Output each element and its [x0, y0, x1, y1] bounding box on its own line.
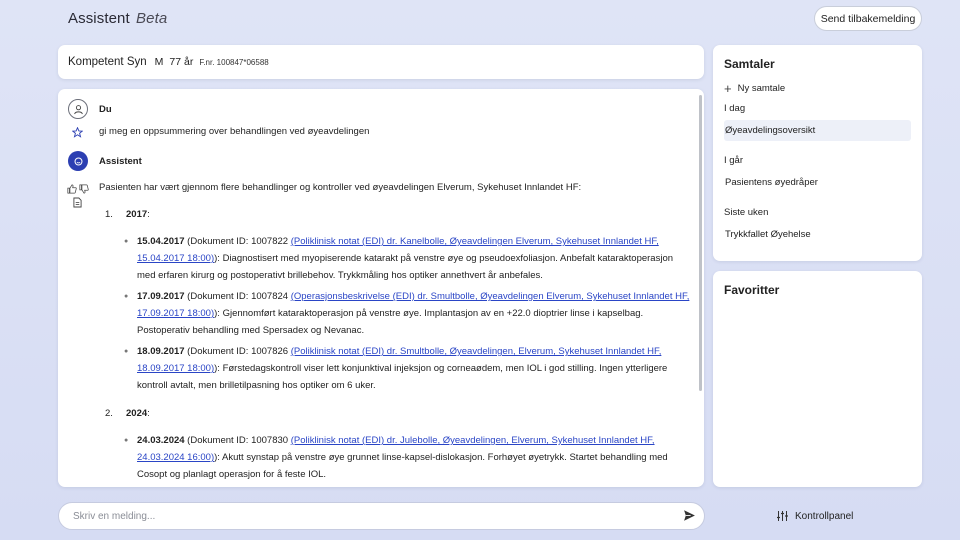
year-entries: ● 15.04.2017 (Dokument ID: 1007822 (Poli… — [124, 233, 699, 394]
document-icon[interactable] — [73, 195, 82, 213]
user-message-header: Du — [68, 99, 112, 119]
message-input[interactable] — [73, 510, 663, 522]
assistant-message-header: Assistent — [68, 151, 142, 171]
assistant-label: Assistent — [99, 155, 142, 167]
patient-sex: M — [154, 56, 164, 68]
year-entries: ● 24.03.2024 (Dokument ID: 1007830 (Poli… — [124, 432, 699, 483]
star-icon[interactable] — [71, 125, 84, 143]
year-item: 1. 2017: — [105, 209, 150, 220]
patient-age: 77 år — [169, 56, 194, 68]
list-item: ● 15.04.2017 (Dokument ID: 1007822 (Poli… — [124, 236, 674, 281]
control-panel-button[interactable]: Kontrollpanel — [776, 510, 853, 522]
user-label: Du — [99, 103, 112, 115]
list-item: ● 24.03.2024 (Dokument ID: 1007830 (Poli… — [124, 435, 668, 480]
user-message: gi meg en oppsummering over behandlingen… — [99, 126, 370, 137]
patient-name: Kompetent Syn — [68, 56, 147, 68]
favorites-panel: Favoritter — [713, 271, 922, 487]
list-item: ● 18.09.2017 (Dokument ID: 1007826 (Poli… — [124, 346, 668, 391]
group-label: I dag — [724, 103, 746, 114]
assistant-icon — [74, 157, 82, 165]
chat-panel: Du gi meg en oppsummering over behandlin… — [58, 89, 704, 487]
patient-fnr: F.nr. 100847*06588 — [199, 57, 269, 67]
conversation-item[interactable]: Pasientens øyedråper — [724, 172, 911, 193]
group-label: Siste uken — [724, 207, 769, 218]
assistant-avatar — [68, 151, 88, 171]
conversations-heading: Samtaler — [724, 57, 775, 71]
year-item: 2. 2024: — [105, 408, 150, 419]
new-chat-button[interactable]: + Ny samtale — [724, 80, 911, 96]
conversation-item[interactable]: Øyeavdelingsoversikt — [724, 120, 911, 141]
message-input-bar — [58, 502, 705, 530]
assistant-message: Pasienten har vært gjennom flere behandl… — [99, 179, 699, 487]
year-label: 2024 — [126, 408, 148, 419]
chat-scrollbar[interactable] — [699, 95, 702, 391]
favorites-heading: Favoritter — [724, 283, 780, 297]
conversations-panel: Samtaler + Ny samtale I dag Øyeavdelings… — [713, 45, 922, 261]
conversation-item[interactable]: Trykkfallet Øyehelse — [724, 224, 911, 245]
group-label: I går — [724, 155, 744, 166]
year-label: 2017 — [126, 209, 148, 220]
beta-tag: Beta — [136, 10, 168, 27]
control-panel-label: Kontrollpanel — [795, 510, 854, 522]
app-title: Assistent Beta — [68, 10, 167, 27]
user-icon — [73, 104, 83, 114]
app-name: Assistent — [68, 10, 130, 27]
assistant-intro: Pasienten har vært gjennom flere behandl… — [99, 182, 582, 193]
patient-header: Kompetent Syn M 77 år F.nr. 100847*06588 — [58, 45, 704, 79]
send-icon[interactable] — [683, 509, 696, 527]
user-avatar — [68, 99, 88, 119]
plus-icon: + — [724, 80, 732, 96]
sliders-icon — [777, 511, 788, 521]
list-item: ● 17.09.2017 (Dokument ID: 1007824 (Oper… — [124, 291, 690, 336]
send-feedback-button[interactable]: Send tilbakemelding — [814, 6, 922, 31]
